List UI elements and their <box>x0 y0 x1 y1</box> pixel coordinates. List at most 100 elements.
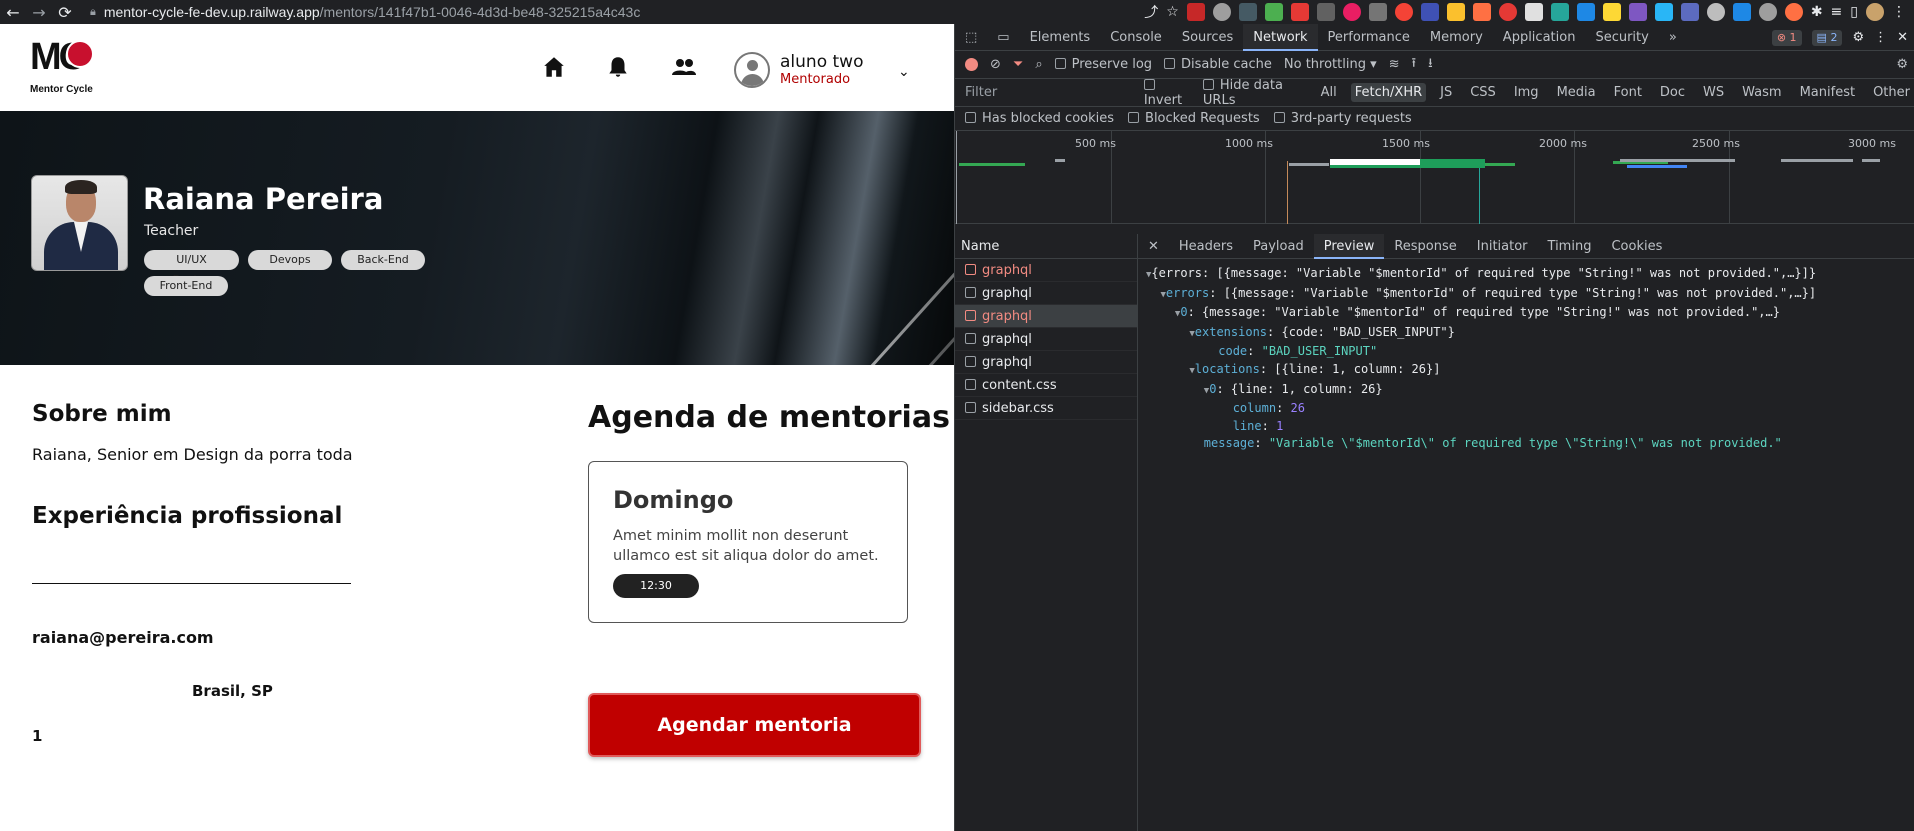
filter-font[interactable]: Font <box>1610 83 1646 102</box>
request-row[interactable]: graphql <box>955 351 1137 374</box>
invert-checkbox[interactable]: Invert <box>1143 78 1193 108</box>
network-settings-icon[interactable]: ⚙ <box>1896 57 1908 72</box>
extension-icon[interactable] <box>1784 3 1803 21</box>
filter-other[interactable]: Other <box>1869 83 1914 102</box>
share-icon[interactable]: ⤴ <box>1144 2 1158 22</box>
tab-application[interactable]: Application <box>1493 24 1586 51</box>
request-row[interactable]: graphql <box>955 328 1137 351</box>
filter-icon[interactable]: ⏷ <box>1013 57 1023 72</box>
filter-js[interactable]: JS <box>1436 83 1456 102</box>
close-icon[interactable]: ✕ <box>1897 30 1908 45</box>
download-icon[interactable]: ⭳ <box>1428 54 1433 76</box>
tab-initiator[interactable]: Initiator <box>1467 234 1538 259</box>
logo[interactable]: MC Mentor Cycle <box>30 38 100 100</box>
more-icon[interactable]: ⋮ <box>1874 30 1887 45</box>
tab-console[interactable]: Console <box>1100 24 1172 51</box>
filter-all[interactable]: All <box>1317 83 1341 102</box>
playlist-icon[interactable]: ≡ <box>1831 4 1843 20</box>
tab-preview[interactable]: Preview <box>1313 233 1385 259</box>
request-row[interactable]: graphql <box>955 259 1137 282</box>
profile-avatar-icon[interactable] <box>1866 3 1884 21</box>
error-badge[interactable]: ⊗ 1 <box>1771 29 1802 46</box>
third-party-checkbox[interactable]: 3rd-party requests <box>1273 111 1412 126</box>
tab-network[interactable]: Network <box>1243 23 1318 51</box>
extension-icon[interactable] <box>1732 3 1751 21</box>
extension-icon[interactable] <box>1446 3 1465 21</box>
settings-icon[interactable]: ⚙ <box>1852 30 1864 45</box>
json-root[interactable]: ▼{errors: [{message: "Variable "$mentorI… <box>1146 265 1914 285</box>
request-row[interactable]: sidebar.css <box>955 397 1137 420</box>
message-badge[interactable]: ▤ 2 <box>1811 29 1843 46</box>
extension-icon[interactable] <box>1212 3 1231 21</box>
extension-icon[interactable] <box>1498 3 1517 21</box>
hide-data-urls-checkbox[interactable]: Hide data URLs <box>1202 78 1307 108</box>
more-tabs-icon[interactable]: » <box>1659 24 1687 51</box>
filter-ws[interactable]: WS <box>1699 83 1728 102</box>
tab-security[interactable]: Security <box>1585 24 1658 51</box>
tab-headers[interactable]: Headers <box>1169 234 1243 259</box>
request-row[interactable]: graphql <box>955 305 1137 328</box>
chevron-down-icon[interactable]: ⌄ <box>898 64 910 80</box>
json-locations[interactable]: ▼locations: [{line: 1, column: 26}] <box>1146 361 1914 381</box>
request-row[interactable]: content.css <box>955 374 1137 397</box>
extension-icon[interactable] <box>1342 3 1361 21</box>
back-icon[interactable]: ← <box>0 0 26 24</box>
disable-cache-checkbox[interactable]: Disable cache <box>1164 57 1272 72</box>
extension-icon[interactable] <box>1654 3 1673 21</box>
tab-performance[interactable]: Performance <box>1318 24 1420 51</box>
menu-icon[interactable]: ⋮ <box>1892 4 1906 20</box>
star-icon[interactable]: ☆ <box>1166 4 1179 20</box>
name-column-header[interactable]: Name <box>955 234 1137 259</box>
blocked-requests-checkbox[interactable]: Blocked Requests <box>1128 111 1260 126</box>
json-preview[interactable]: ▼{errors: [{message: "Variable "$mentorI… <box>1138 259 1914 453</box>
puzzle-icon[interactable]: ✱ <box>1811 4 1823 20</box>
users-icon[interactable] <box>670 54 698 80</box>
extension-icon[interactable] <box>1264 3 1283 21</box>
extension-icon[interactable] <box>1472 3 1491 21</box>
blocked-cookies-checkbox[interactable]: Has blocked cookies <box>965 111 1114 126</box>
request-row[interactable]: graphql <box>955 282 1137 305</box>
filter-wasm[interactable]: Wasm <box>1738 83 1785 102</box>
extension-icon[interactable] <box>1238 3 1257 21</box>
extension-icon[interactable] <box>1316 3 1335 21</box>
bell-icon[interactable] <box>605 54 631 80</box>
tab-memory[interactable]: Memory <box>1420 24 1493 51</box>
extension-icon[interactable] <box>1602 3 1621 21</box>
extension-icon[interactable] <box>1186 3 1205 21</box>
address-bar[interactable]: 🔒︎ mentor-cycle-fe-dev.up.railway.app/me… <box>90 4 640 20</box>
tab-cookies[interactable]: Cookies <box>1601 234 1672 259</box>
json-location-item[interactable]: ▼0: {line: 1, column: 26} <box>1146 381 1914 401</box>
extension-icon[interactable] <box>1394 3 1413 21</box>
upload-icon[interactable]: ⭱ <box>1412 54 1417 76</box>
wifi-icon[interactable]: ≋ <box>1389 57 1400 72</box>
user-menu[interactable]: aluno two Mentorado <box>734 52 863 88</box>
tab-elements[interactable]: Elements <box>1020 24 1101 51</box>
extension-icon[interactable] <box>1680 3 1699 21</box>
sidepanel-icon[interactable]: ▯ <box>1850 4 1858 20</box>
tab-timing[interactable]: Timing <box>1538 234 1602 259</box>
extension-icon[interactable] <box>1524 3 1543 21</box>
filter-css[interactable]: CSS <box>1466 83 1500 102</box>
extension-icon[interactable] <box>1576 3 1595 21</box>
preserve-log-checkbox[interactable]: Preserve log <box>1054 57 1152 72</box>
extension-icon[interactable] <box>1290 3 1309 21</box>
clear-icon[interactable]: ⊘ <box>990 57 1001 72</box>
schedule-card[interactable]: Domingo Amet minim mollit non deserunt u… <box>588 461 908 623</box>
json-error-item[interactable]: ▼0: {message: "Variable "$mentorId" of r… <box>1146 304 1914 324</box>
filter-input[interactable]: Filter <box>965 85 1134 100</box>
tab-sources[interactable]: Sources <box>1172 24 1243 51</box>
extension-icon[interactable] <box>1758 3 1777 21</box>
tab-response[interactable]: Response <box>1384 234 1466 259</box>
filter-doc[interactable]: Doc <box>1656 83 1689 102</box>
filter-img[interactable]: Img <box>1510 83 1543 102</box>
extension-icon[interactable] <box>1550 3 1569 21</box>
extension-icon[interactable] <box>1368 3 1387 21</box>
book-mentoring-button[interactable]: Agendar mentoria <box>588 693 921 757</box>
tab-payload[interactable]: Payload <box>1243 234 1314 259</box>
record-icon[interactable] <box>965 58 978 71</box>
time-slot-button[interactable]: 12:30 <box>613 574 699 598</box>
json-errors[interactable]: ▼errors: [{message: "Variable "$mentorId… <box>1146 285 1914 305</box>
search-icon[interactable]: ⌕ <box>1035 57 1042 72</box>
reload-icon[interactable]: ⟳ <box>52 0 78 24</box>
device-toggle-icon[interactable]: ▭ <box>987 24 1019 51</box>
